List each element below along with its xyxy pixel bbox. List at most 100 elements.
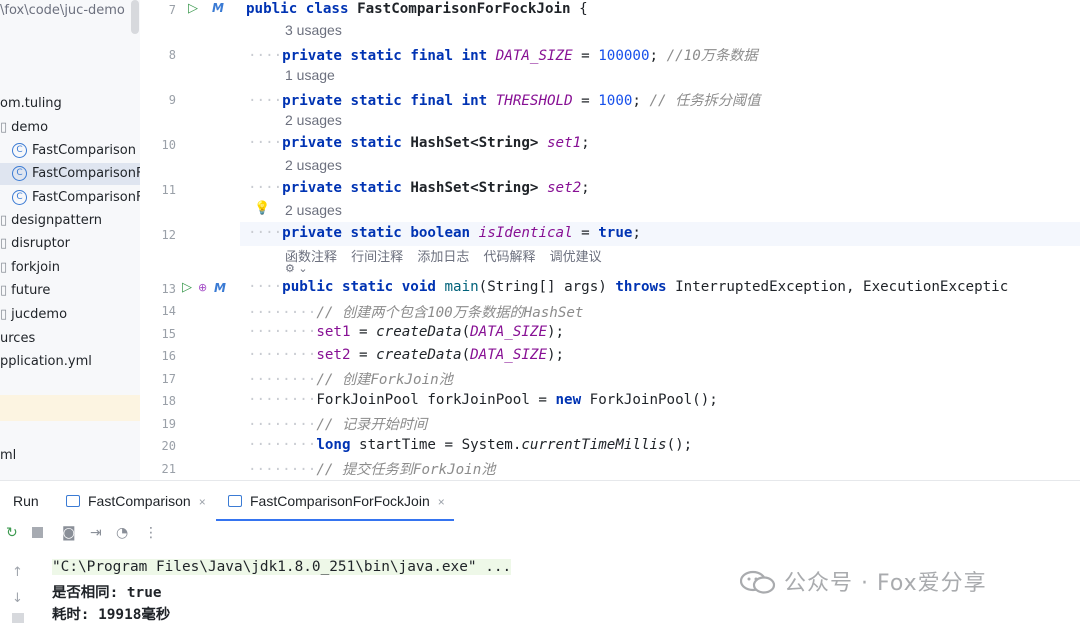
tree-item-folder[interactable]: ▯ jucdemo — [0, 304, 67, 326]
code-line-15: ········set1 = createData(DATA_SIZE); — [248, 324, 565, 340]
tree-item-label: om.tuling — [0, 96, 62, 111]
run-tabs-bar: Run FastComparison × FastComparisonForFoc… — [0, 481, 1080, 521]
line-number: 20 — [161, 439, 176, 453]
code-editor[interactable]: public class FastComparisonForFockJoin {… — [240, 0, 1080, 480]
tab-label: FastComparisonForFockJoin — [250, 493, 430, 509]
line-number: 19 — [161, 417, 176, 431]
tab-label: FastComparison — [88, 493, 191, 509]
tree-item-folder[interactable]: ▯ future — [0, 280, 50, 302]
console-output-line: 是否相同: true — [52, 585, 162, 601]
active-tab-indicator — [216, 519, 454, 521]
code-line-12: ····private static boolean isIdentical =… — [248, 225, 641, 241]
line-number: 9 — [168, 93, 176, 107]
code-line-13: ····public static void main(String[] arg… — [248, 279, 1009, 295]
tree-item-file[interactable]: pplication.yml — [0, 351, 92, 373]
tree-item-label: FastComparisonFo — [32, 166, 140, 181]
run-tool-window: Run FastComparison × FastComparisonForFoc… — [0, 480, 1080, 624]
tree-item-label: demo — [11, 120, 49, 135]
tree-item-folder[interactable]: ▯ designpattern — [0, 210, 102, 232]
softwrap-icon[interactable] — [12, 613, 24, 623]
camera-icon[interactable]: ◙ — [62, 525, 76, 541]
tree-item-folder[interactable]: ▯ demo — [0, 117, 48, 139]
tree-item-label: future — [11, 283, 51, 298]
code-line-20: ········long startTime = System.currentT… — [248, 437, 693, 453]
project-scrollbar[interactable] — [131, 0, 139, 34]
exit-icon[interactable]: ⇥ — [90, 525, 102, 541]
ai-action-add-log[interactable]: 添加日志 — [417, 250, 469, 265]
class-icon: C — [12, 166, 27, 181]
scroll-up-icon[interactable]: ↑ — [12, 565, 23, 580]
tab-fastcomparisonforfockjoin[interactable]: FastComparisonForFockJoin × — [228, 493, 445, 509]
folder-icon: ▯ — [0, 260, 8, 275]
ai-action-inline-comment[interactable]: 行间注释 — [351, 250, 403, 265]
usage-hint[interactable]: 2 usages — [285, 112, 342, 128]
line-number: 14 — [161, 304, 176, 318]
line-number: 8 — [168, 48, 176, 62]
class-icon: C — [12, 190, 27, 205]
line-number: 18 — [161, 394, 176, 408]
close-icon[interactable]: × — [438, 495, 445, 509]
code-line-7: public class FastComparisonForFockJoin { — [246, 1, 588, 17]
usage-hint[interactable]: 1 usage — [285, 67, 335, 83]
usage-hint[interactable]: 2 usages — [285, 202, 342, 218]
line-number: 15 — [161, 327, 176, 341]
close-icon[interactable]: × — [199, 495, 206, 509]
ai-action-optimize[interactable]: 调优建议 — [550, 250, 602, 265]
tree-item-resources[interactable]: urces — [0, 328, 35, 350]
run-method-icon[interactable]: ▷ — [182, 280, 192, 295]
folder-icon: ▯ — [0, 236, 8, 251]
lightbulb-icon[interactable]: 💡 — [254, 201, 270, 216]
debug-icon[interactable]: ⊕ — [198, 281, 207, 294]
code-line-9: ····private static final int THRESHOLD =… — [248, 93, 761, 109]
project-highlight-row — [0, 395, 140, 421]
tree-item-folder[interactable]: ▯ forkjoin — [0, 257, 60, 279]
tree-item-class[interactable]: C FastComparisonFo — [12, 187, 140, 209]
code-line-19: ········// 记录开始时间 — [248, 417, 428, 433]
folder-icon: ▯ — [0, 283, 8, 298]
tree-item-label: ml — [0, 448, 17, 463]
line-number: 12 — [161, 228, 176, 242]
folder-icon: ▯ — [0, 213, 8, 228]
project-tool-window: \fox\code\juc-demo om.tuling ▯ demo C Fast… — [0, 0, 140, 480]
tree-item-file[interactable]: ml — [0, 445, 16, 467]
rerun-icon[interactable]: ↻ — [6, 525, 18, 541]
tree-item-class-selected[interactable]: C FastComparisonFo — [0, 163, 140, 185]
run-class-icon[interactable]: ▷ — [188, 1, 198, 16]
code-line-14: ········// 创建两个包含100万条数据的HashSet — [248, 305, 584, 321]
run-config-icon — [66, 495, 80, 507]
wechat-icon — [739, 570, 776, 594]
tree-item-folder[interactable]: ▯ disruptor — [0, 233, 70, 255]
folder-icon: ▯ — [0, 120, 8, 135]
usage-hint[interactable]: 2 usages — [285, 157, 342, 173]
stop-icon[interactable] — [32, 527, 43, 538]
line-number: 11 — [161, 183, 176, 197]
tab-fastcomparison[interactable]: FastComparison × — [66, 493, 206, 509]
tree-item-package[interactable]: om.tuling — [0, 93, 62, 115]
class-icon: C — [12, 143, 27, 158]
scroll-down-icon[interactable]: ↓ — [12, 591, 23, 606]
code-line-16: ········set2 = createData(DATA_SIZE); — [248, 347, 565, 363]
tree-item-label: designpattern — [11, 213, 103, 228]
ai-more-dropdown[interactable]: ⚙ ⌄ — [285, 262, 308, 275]
project-path: \fox\code\juc-demo — [0, 3, 125, 18]
more-icon[interactable]: ⋮ — [144, 525, 158, 541]
console-output-line: 耗时: 19918毫秒 — [52, 607, 171, 623]
tree-item-label: pplication.yml — [0, 354, 92, 369]
folder-icon: ▯ — [0, 307, 8, 322]
usage-hint[interactable]: 3 usages — [285, 22, 342, 38]
code-line-17: ········// 创建ForkJoin池 — [248, 372, 453, 388]
tree-item-label: FastComparison — [32, 143, 136, 158]
ai-action-explain-code[interactable]: 代码解释 — [483, 250, 535, 265]
ai-marker-icon[interactable]: M — [212, 1, 224, 15]
ai-marker-icon[interactable]: M — [214, 281, 226, 295]
code-line-10: ····private static HashSet<String> set1; — [248, 135, 590, 151]
run-config-icon — [228, 495, 242, 507]
line-number: 13 — [161, 282, 176, 296]
tree-item-label: jucdemo — [11, 307, 68, 322]
code-line-8: ····private static final int DATA_SIZE =… — [248, 48, 758, 64]
ai-actions-bar: 函数注释 行间注释 添加日志 代码解释 调优建议 — [285, 246, 612, 265]
tree-item-class[interactable]: C FastComparison — [12, 140, 136, 162]
console-command-line: "C:\Program Files\Java\jdk1.8.0_251\bin\… — [52, 559, 512, 575]
profiler-icon[interactable]: ◔ — [116, 525, 128, 541]
line-number: 17 — [161, 372, 176, 386]
